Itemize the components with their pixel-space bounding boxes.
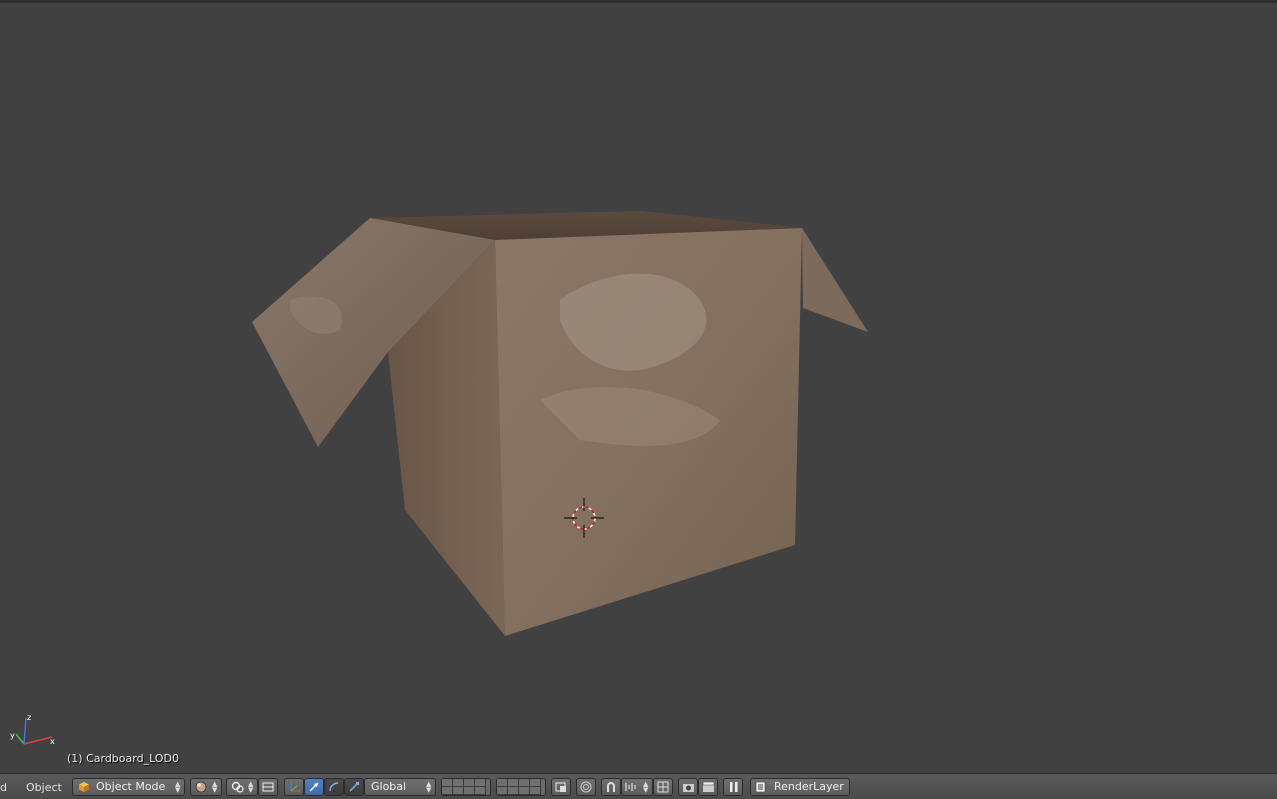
- translate-manipulator-button[interactable]: [304, 778, 324, 796]
- updown-arrows-icon: ▲ ▼: [248, 780, 254, 794]
- snap-element-icon: [625, 783, 636, 791]
- snap-target-button[interactable]: [653, 778, 673, 796]
- viewport-header: d Object Object Mode ▲ ▼ ▲ ▼ ▲ ▼ Global …: [0, 773, 1277, 799]
- pivot-align-icon: [262, 782, 274, 792]
- updown-arrows-icon: ▲ ▼: [212, 780, 218, 794]
- render-layer-label: RenderLayer: [774, 780, 844, 793]
- render-layer-icon: [755, 781, 766, 793]
- rotate-manipulator-button[interactable]: [324, 778, 344, 796]
- active-object-info: (1) Cardboard_LOD0: [67, 752, 179, 765]
- opengl-animation-button[interactable]: [698, 778, 718, 796]
- updown-arrows-icon: ▲ ▼: [175, 780, 181, 794]
- updown-arrows-icon: ▲ ▼: [643, 780, 649, 794]
- svg-text:y: y: [10, 731, 15, 740]
- 3d-viewport[interactable]: z y x (1) Cardboard_LOD0: [0, 0, 1277, 773]
- snap-toggle[interactable]: [601, 778, 621, 796]
- object-menu[interactable]: Object: [26, 781, 62, 794]
- orientation-label: Global: [371, 780, 407, 793]
- lock-layers-icon: [555, 782, 566, 792]
- svg-text:z: z: [27, 713, 31, 722]
- snap-magnet-icon: [607, 782, 615, 792]
- translate-arrow-icon: [309, 782, 319, 792]
- layer-grid-2[interactable]: [496, 778, 546, 796]
- scale-manipulator-button[interactable]: [344, 778, 364, 796]
- viewport-shading-selector[interactable]: ▲ ▼: [190, 778, 222, 796]
- sphere-shading-icon: [195, 781, 207, 793]
- manipulator-toggle[interactable]: [284, 778, 304, 796]
- snap-target-icon: [657, 781, 669, 793]
- object-mode-selector[interactable]: Object Mode ▲ ▼: [72, 778, 185, 796]
- render-layer-selector[interactable]: RenderLayer: [750, 778, 850, 796]
- layer-grid-1[interactable]: [441, 778, 491, 796]
- cube-icon: [79, 782, 89, 792]
- camera-render-icon: [683, 784, 694, 792]
- pivot-point-icon: [231, 781, 244, 793]
- proportional-edit-icon: [580, 781, 592, 793]
- opengl-render-button[interactable]: [678, 778, 698, 796]
- object-mode-label: Object Mode: [96, 780, 166, 793]
- manipulator-icon: [290, 782, 300, 792]
- cardboard-box-model[interactable]: [0, 0, 1277, 773]
- axis-gizmo-icon: z y x: [10, 713, 55, 746]
- transform-orientation-selector[interactable]: Global ▲ ▼: [364, 778, 436, 796]
- proportional-edit-button[interactable]: [576, 778, 596, 796]
- lock-layers-button[interactable]: [551, 778, 571, 796]
- pause-render-button[interactable]: [723, 778, 743, 796]
- pivot-align-button[interactable]: [258, 778, 278, 796]
- clapperboard-icon: [702, 781, 715, 792]
- pause-icon: [730, 782, 738, 792]
- snap-element-selector[interactable]: ▲ ▼: [621, 778, 653, 796]
- rotate-arc-icon: [329, 782, 339, 792]
- svg-text:x: x: [50, 737, 55, 746]
- box-right-flap: [802, 228, 868, 332]
- pivot-point-selector[interactable]: ▲ ▼: [226, 778, 258, 796]
- scale-icon: [349, 782, 359, 792]
- view-menu-truncated[interactable]: d: [0, 781, 7, 794]
- updown-arrows-icon: ▲ ▼: [426, 780, 432, 794]
